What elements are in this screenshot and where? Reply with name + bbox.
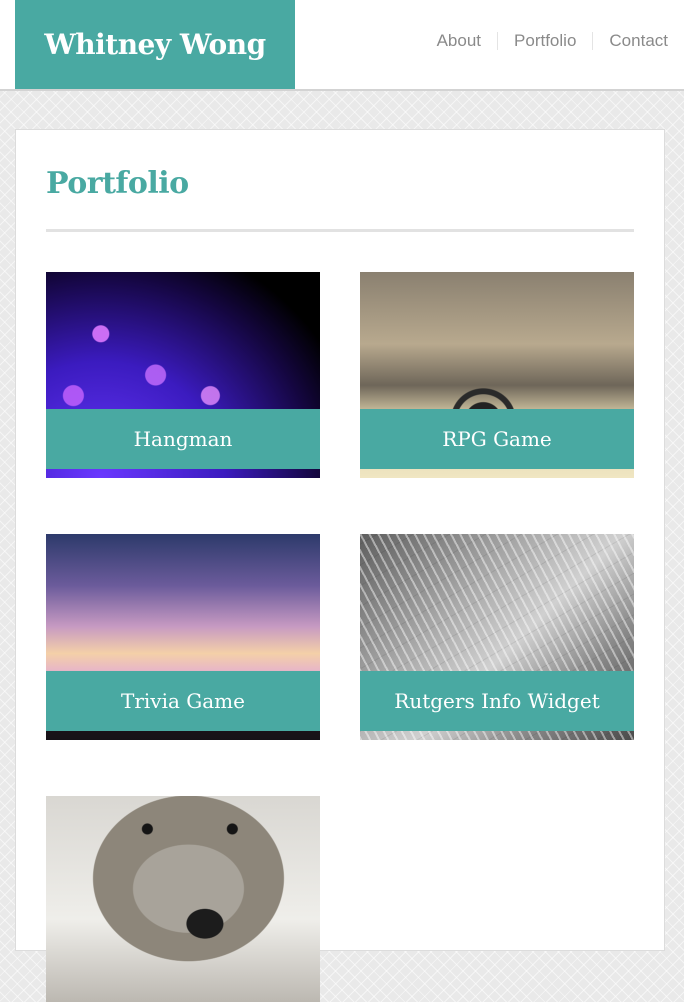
project-tile-trivia-game[interactable]: Trivia Game xyxy=(46,534,320,740)
main-nav: About Portfolio Contact xyxy=(421,0,684,82)
project-tile-hangman[interactable]: Hangman xyxy=(46,272,320,478)
project-caption: RPG Game xyxy=(360,409,634,469)
dog-face-image xyxy=(46,796,320,1002)
project-caption: Trivia Game xyxy=(46,671,320,731)
nav-about-link[interactable]: About xyxy=(421,32,497,50)
project-tile-rutgers-info-widget[interactable]: Rutgers Info Widget xyxy=(360,534,634,740)
nav-contact-link[interactable]: Contact xyxy=(592,32,684,50)
portfolio-panel: Portfolio Hangman RPG Game Trivia Game R… xyxy=(15,129,665,1002)
page-title: Portfolio xyxy=(46,166,189,201)
site-header: Whitney Wong About Portfolio Contact xyxy=(0,0,684,91)
project-caption: Rutgers Info Widget xyxy=(360,671,634,731)
nav-portfolio-link[interactable]: Portfolio xyxy=(497,32,592,50)
title-divider xyxy=(46,229,634,232)
project-caption: Hangman xyxy=(46,409,320,469)
brand-logo[interactable]: Whitney Wong xyxy=(15,0,295,89)
project-tile-dog[interactable] xyxy=(46,796,320,1002)
project-tile-rpg-game[interactable]: RPG Game xyxy=(360,272,634,478)
